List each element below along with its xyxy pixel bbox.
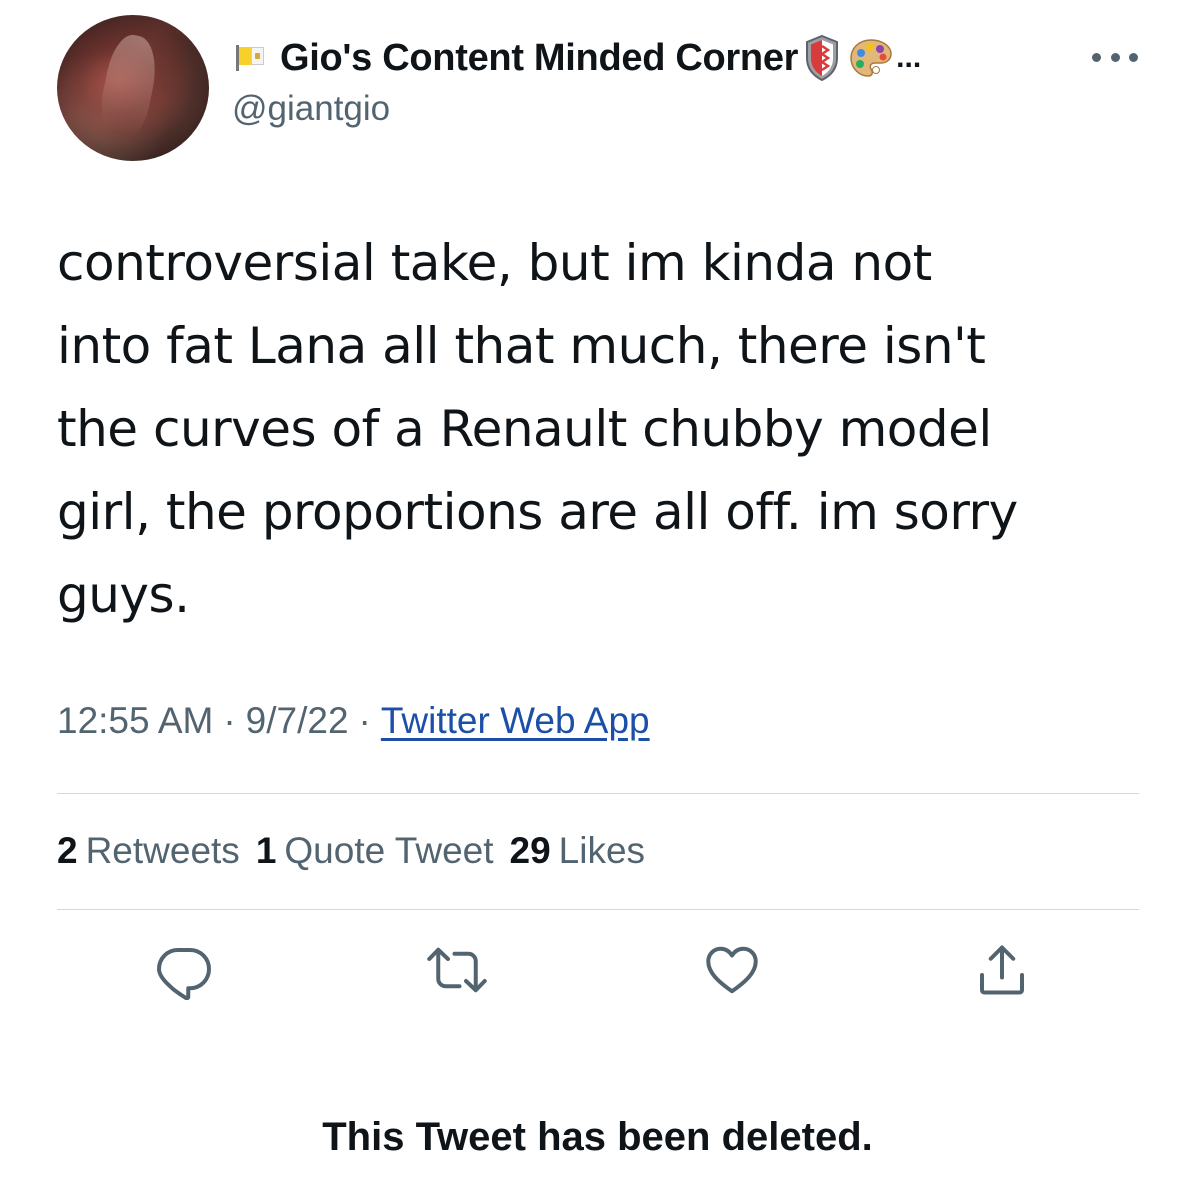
quote-tweets-label: Quote Tweet <box>284 830 494 871</box>
share-button[interactable] <box>970 940 1034 1004</box>
meta-separator: · <box>358 700 371 741</box>
like-icon <box>702 940 762 1005</box>
tweet-source-link[interactable]: Twitter Web App <box>381 700 650 741</box>
likes-label: Likes <box>558 830 646 871</box>
reply-button[interactable] <box>152 940 216 1004</box>
quote-tweets-count: 1 <box>255 830 277 871</box>
author-display-name[interactable]: Gio's Content Minded Corner <box>280 37 798 80</box>
tweet-time[interactable]: 12:55 AM <box>57 700 213 741</box>
tweet-date[interactable]: 9/7/22 <box>246 700 349 741</box>
tweet-text: controversial take, but im kinda not int… <box>57 234 1018 624</box>
tweet-actions <box>0 940 1195 1010</box>
retweet-icon <box>425 940 489 1005</box>
name-truncation-ellipsis: ... <box>896 41 922 74</box>
author-handle[interactable]: @giantgio <box>232 89 390 129</box>
retweets-stat[interactable]: 2 Retweets <box>57 830 240 872</box>
likes-count: 29 <box>509 830 551 871</box>
share-icon <box>972 940 1032 1005</box>
reply-icon <box>154 940 214 1005</box>
quote-tweets-stat[interactable]: 1 Quote Tweet <box>256 830 494 872</box>
avatar[interactable] <box>57 15 209 161</box>
like-button[interactable] <box>700 940 764 1004</box>
retweets-label: Retweets <box>85 830 240 871</box>
vatican-flag-icon <box>236 45 264 71</box>
deleted-tweet-notice: This Tweet has been deleted. <box>322 1115 873 1159</box>
retweets-count: 2 <box>57 830 78 871</box>
tweet-metadata: 12:55 AM · 9/7/22 · Twitter Web App <box>57 700 650 742</box>
likes-stat[interactable]: 29 Likes <box>510 830 646 872</box>
divider <box>57 793 1139 794</box>
retweet-button[interactable] <box>425 940 489 1004</box>
author-name-row[interactable]: Gio's Content Minded Corner ... <box>236 32 921 84</box>
shield-icon <box>804 34 840 82</box>
palette-icon <box>848 37 894 79</box>
divider <box>57 909 1139 910</box>
engagement-stats: 2 Retweets 1 Quote Tweet 29 Likes <box>57 830 661 872</box>
more-options-icon[interactable] <box>1092 47 1138 67</box>
meta-separator: · <box>223 700 236 741</box>
